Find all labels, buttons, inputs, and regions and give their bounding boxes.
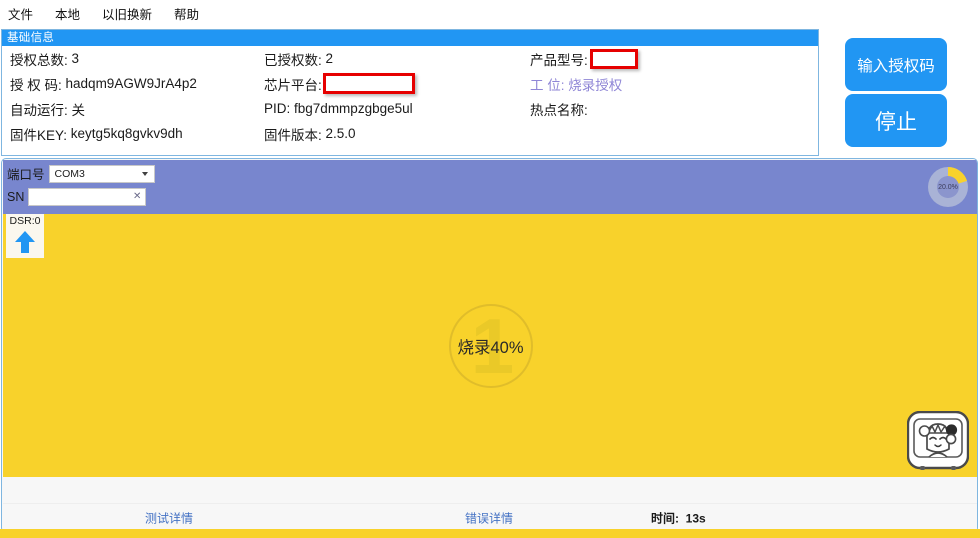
elapsed-time-label: 时间: bbox=[651, 511, 679, 526]
sn-input[interactable] bbox=[29, 191, 146, 207]
field-station-label: 工 位: bbox=[530, 77, 565, 93]
menu-trade-in[interactable]: 以旧换新 bbox=[100, 2, 154, 25]
field-firmware-key-label: 固件KEY: bbox=[10, 127, 68, 143]
field-total-licenses-value: 3 bbox=[71, 51, 80, 66]
test-detail-link[interactable]: 测试详情 bbox=[145, 510, 193, 527]
sn-label: SN bbox=[7, 190, 25, 204]
action-button-stack: 输入授权码 停止 bbox=[845, 38, 947, 147]
field-firmware-version-value: 2.5.0 bbox=[325, 126, 356, 141]
main-panel: 端口号 COM3 SN ✕ 20.0% DSR:0 1 烧录40% 测试详情 错… bbox=[1, 158, 978, 533]
basic-info-column-1: 授权总数: 3 授 权 码: hadqm9AGW9JrA4p2 自动运行: 关 … bbox=[10, 46, 260, 146]
app-window: 文件 本地 以旧换新 帮助 基础信息 授权总数: 3 授 权 码: hadqm9… bbox=[0, 0, 980, 538]
enter-auth-code-button[interactable]: 输入授权码 bbox=[845, 38, 947, 91]
basic-info-column-2: 已授权数: 2 芯片平台: PID: fbg7dmmpzgbge5ul 固件版本… bbox=[264, 46, 526, 146]
field-licensed-count-label: 已授权数: bbox=[264, 52, 322, 68]
character-avatar-icon bbox=[907, 411, 969, 470]
field-product-model-label: 产品型号: bbox=[530, 52, 588, 68]
field-auto-run-value: 关 bbox=[71, 102, 86, 118]
field-pid-label: PID: bbox=[264, 101, 291, 116]
clear-icon[interactable]: ✕ bbox=[133, 192, 141, 202]
field-total-licenses: 授权总数: 3 bbox=[10, 46, 260, 71]
redaction-box-chip-platform bbox=[322, 73, 415, 94]
background-window-ghost-text bbox=[0, 529, 980, 538]
port-select[interactable]: COM3 bbox=[48, 164, 155, 183]
menu-file[interactable]: 文件 bbox=[6, 2, 35, 25]
background-window-strip bbox=[0, 529, 980, 538]
field-pid: PID: fbg7dmmpzgbge5ul bbox=[264, 96, 526, 121]
field-station: 工 位: 烧录授权 bbox=[530, 71, 815, 96]
menu-bar: 文件 本地 以旧换新 帮助 bbox=[0, 0, 980, 27]
field-auth-code-label: 授 权 码: bbox=[10, 77, 62, 93]
progress-donut-chart bbox=[928, 167, 968, 207]
field-hotspot-name: 热点名称: bbox=[530, 96, 815, 121]
port-label: 端口号 bbox=[7, 168, 45, 182]
field-chip-platform-label: 芯片平台: bbox=[264, 77, 322, 93]
field-auth-code: 授 权 码: hadqm9AGW9JrA4p2 bbox=[10, 71, 260, 96]
status-bar: 测试详情 错误详情 时间: 13s bbox=[3, 503, 977, 532]
menu-help[interactable]: 帮助 bbox=[172, 2, 201, 25]
field-hotspot-name-label: 热点名称: bbox=[530, 102, 588, 118]
field-pid-value: fbg7dmmpzgbge5ul bbox=[294, 101, 413, 116]
chevron-down-icon bbox=[141, 171, 148, 176]
elapsed-time: 时间: 13s bbox=[651, 510, 706, 527]
stop-button[interactable]: 停止 bbox=[845, 94, 947, 147]
basic-info-column-3: 产品型号: 工 位: 烧录授权 热点名称: bbox=[530, 46, 815, 121]
field-firmware-version: 固件版本: 2.5.0 bbox=[264, 121, 526, 146]
redaction-box-product-model bbox=[589, 48, 638, 69]
field-licensed-count: 已授权数: 2 bbox=[264, 46, 526, 71]
error-detail-link[interactable]: 错误详情 bbox=[465, 510, 513, 527]
field-auto-run: 自动运行: 关 bbox=[10, 96, 260, 121]
field-total-licenses-label: 授权总数: bbox=[10, 52, 68, 68]
basic-info-title: 基础信息 bbox=[2, 30, 818, 46]
menu-local[interactable]: 本地 bbox=[53, 2, 82, 25]
burn-progress-text: 烧录40% bbox=[457, 338, 524, 357]
field-firmware-version-label: 固件版本: bbox=[264, 127, 322, 143]
elapsed-time-value: 13s bbox=[685, 511, 706, 526]
sn-row: SN ✕ bbox=[7, 188, 147, 207]
field-firmware-key-value: keytg5kq8gvkv9dh bbox=[70, 126, 183, 141]
sn-input-wrapper: ✕ bbox=[28, 188, 147, 207]
burn-progress-circle: 1 烧录40% bbox=[448, 303, 533, 388]
field-station-value: 烧录授权 bbox=[568, 77, 623, 93]
basic-info-group: 基础信息 授权总数: 3 授 权 码: hadqm9AGW9JrA4p2 自动运… bbox=[1, 29, 819, 156]
basic-info-body: 授权总数: 3 授 权 码: hadqm9AGW9JrA4p2 自动运行: 关 … bbox=[2, 46, 818, 155]
burn-progress-container: 1 烧录40% bbox=[3, 214, 977, 477]
work-area: DSR:0 1 烧录40% bbox=[3, 214, 977, 477]
field-licensed-count-value: 2 bbox=[325, 51, 334, 66]
progress-donut: 20.0% bbox=[925, 164, 971, 210]
field-auto-run-label: 自动运行: bbox=[10, 102, 68, 118]
connection-bar: 端口号 COM3 SN ✕ 20.0% bbox=[3, 160, 977, 214]
field-auth-code-value: hadqm9AGW9JrA4p2 bbox=[65, 76, 197, 91]
field-chip-platform: 芯片平台: bbox=[264, 71, 526, 96]
field-product-model: 产品型号: bbox=[530, 46, 815, 71]
port-row: 端口号 COM3 bbox=[7, 164, 155, 183]
port-select-value: COM3 bbox=[54, 167, 85, 180]
field-firmware-key: 固件KEY: keytg5kq8gvkv9dh bbox=[10, 121, 260, 146]
